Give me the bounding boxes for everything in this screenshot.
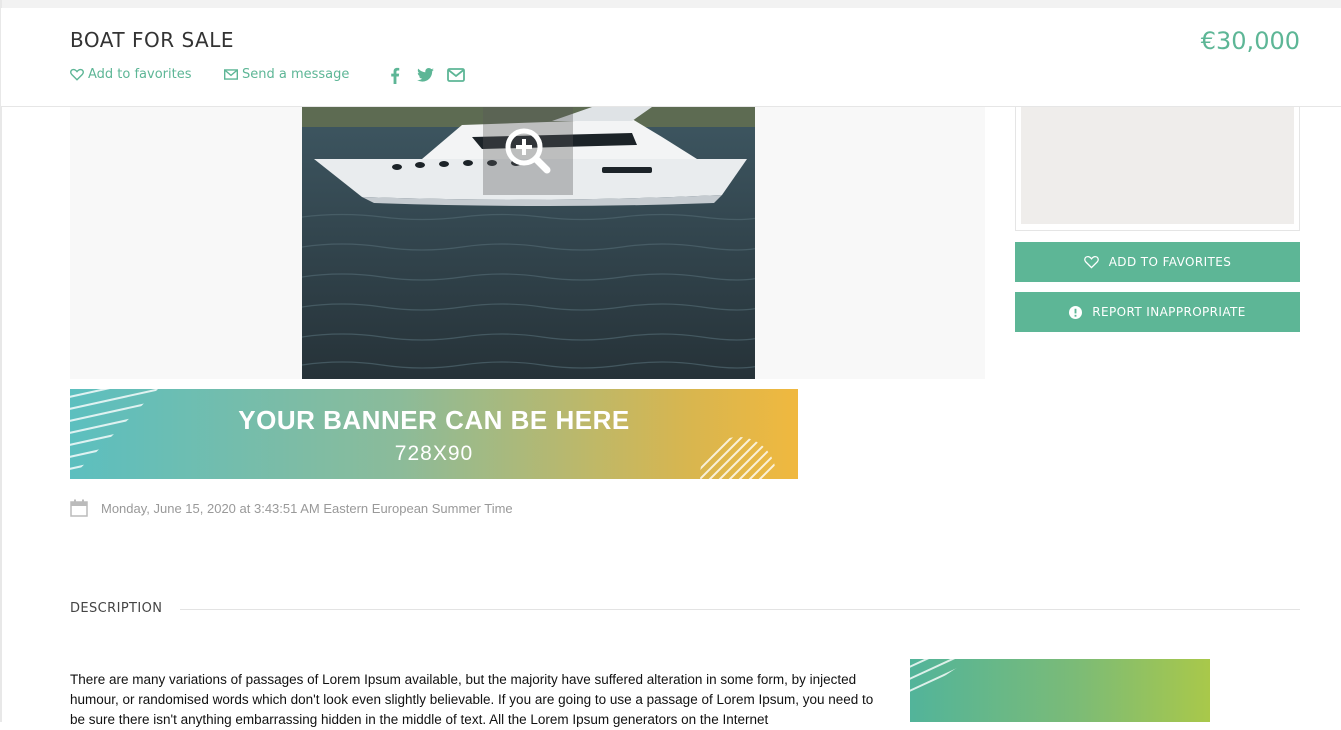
description-heading: DESCRIPTION bbox=[70, 601, 163, 616]
mail-icon bbox=[447, 68, 465, 82]
map-canvas[interactable] bbox=[1021, 107, 1294, 224]
zoom-in-icon bbox=[505, 128, 551, 174]
send-message-link[interactable]: Send a message bbox=[224, 67, 349, 82]
banner-ad[interactable]: YOUR BANNER CAN BE HERE 728X90 bbox=[70, 389, 798, 479]
window-left-edge bbox=[0, 0, 2, 722]
banner-size: 728X90 bbox=[394, 442, 474, 465]
location-map[interactable] bbox=[1015, 107, 1300, 231]
add-to-favorites-link-label: Add to favorites bbox=[88, 67, 192, 82]
listing-header: BOAT FOR SALE €30,000 Add to favorites S… bbox=[1, 8, 1341, 107]
exclamation-circle-icon bbox=[1069, 305, 1083, 319]
side-banner-ad[interactable] bbox=[910, 659, 1210, 722]
boat-photo[interactable] bbox=[302, 107, 755, 379]
description-divider bbox=[180, 609, 1300, 610]
report-inappropriate-label: REPORT INAPPROPRIATE bbox=[1092, 305, 1246, 319]
facebook-icon bbox=[391, 67, 400, 84]
envelope-outline-icon bbox=[224, 69, 238, 80]
add-to-favorites-label: ADD TO FAVORITES bbox=[1108, 255, 1232, 269]
add-to-favorites-link[interactable]: Add to favorites bbox=[70, 67, 192, 82]
side-banner-decoration bbox=[910, 659, 970, 699]
add-to-favorites-button[interactable]: ADD TO FAVORITES bbox=[1015, 242, 1300, 282]
share-email-button[interactable] bbox=[446, 66, 466, 84]
calendar-icon bbox=[70, 499, 88, 517]
banner-title: YOUR BANNER CAN BE HERE bbox=[238, 405, 630, 435]
heart-outline-icon bbox=[70, 68, 84, 81]
zoom-button[interactable] bbox=[483, 107, 573, 195]
listing-date: Monday, June 15, 2020 at 3:43:51 AM East… bbox=[70, 499, 513, 517]
share-twitter-button[interactable] bbox=[415, 66, 435, 84]
heart-outline-icon bbox=[1083, 256, 1099, 269]
listing-title: BOAT FOR SALE bbox=[70, 28, 234, 52]
send-message-link-label: Send a message bbox=[242, 67, 350, 82]
photo-gallery bbox=[70, 107, 985, 379]
twitter-icon bbox=[416, 68, 434, 82]
listing-price: €30,000 bbox=[1200, 27, 1300, 55]
report-inappropriate-button[interactable]: REPORT INAPPROPRIATE bbox=[1015, 292, 1300, 332]
share-facebook-button[interactable] bbox=[385, 66, 405, 84]
listing-date-text: Monday, June 15, 2020 at 3:43:51 AM East… bbox=[101, 500, 513, 516]
description-text: There are many variations of passages of… bbox=[70, 672, 874, 727]
